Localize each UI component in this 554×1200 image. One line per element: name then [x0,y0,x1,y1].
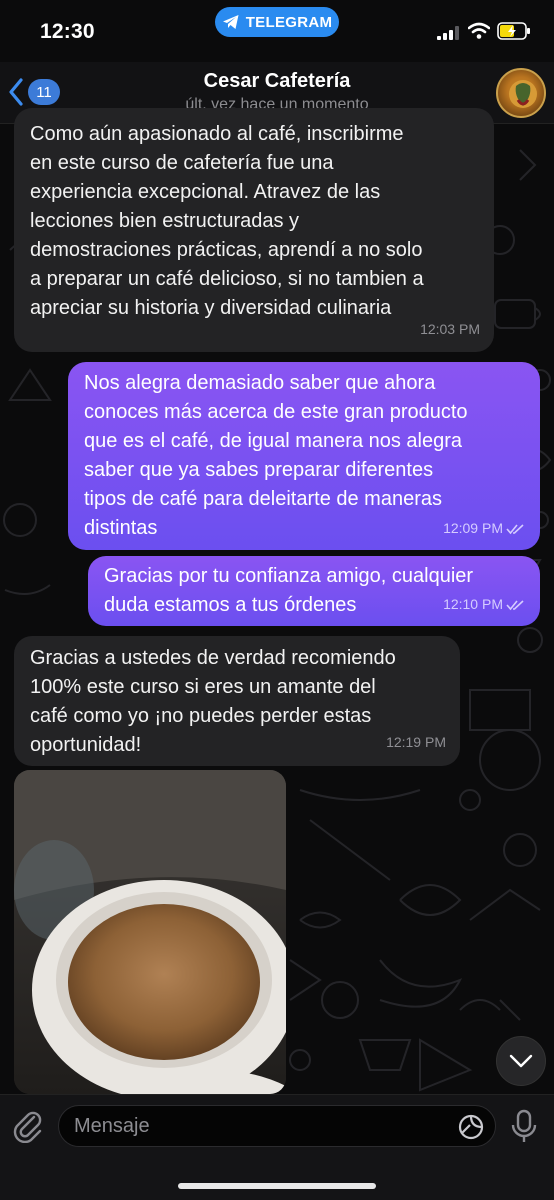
double-check-icon [506,523,524,534]
message-text-line: conoces más acerca de este gran producto [84,401,468,423]
message-input[interactable] [74,1106,454,1146]
message-time-text: 12:19 PM [386,734,446,750]
message-text-line: 100% este curso si eres un amante del [30,676,376,698]
chat-title[interactable]: Cesar Cafetería [0,70,554,93]
battery-icon [497,22,530,40]
message-text-line: apreciar su historia y diversidad culina… [30,297,392,319]
chevron-down-icon [509,1054,533,1068]
message-text-line: demostraciones prácticas, aprendí a no s… [30,239,423,261]
message-text-line: Como aún apasionado al café, inscribirme [30,123,404,145]
microphone-icon[interactable] [510,1109,538,1145]
message-time-text: 12:03 PM [420,321,480,337]
sticker-icon[interactable] [457,1113,485,1141]
photo-message-coffee-cup[interactable] [14,770,286,1094]
message-text-line: oportunidad! [30,734,142,756]
message-bubble-outgoing[interactable]: Nos alegra demasiado saber que ahora con… [68,362,540,550]
message-time-text: 12:10 PM [443,596,503,612]
message-time-text: 12:09 PM [443,520,503,536]
telegram-pill-label: TELEGRAM [245,13,333,31]
message-time: 12:09 PM [443,514,526,543]
scroll-to-bottom-button[interactable] [496,1036,546,1086]
message-text-line: en este curso de cafetería fue una [30,152,334,174]
message-text-line: saber que ya sabes preparar diferentes [84,459,434,481]
contact-avatar[interactable] [496,68,546,118]
status-bar: 12:30 TELEGRAM [0,0,554,62]
message-text-line: Nos alegra demasiado saber que ahora [84,372,436,394]
status-time: 12:30 [40,20,95,43]
cellular-signal-icon [437,26,459,40]
coffee-cup-image [14,770,286,1094]
message-bubble-incoming[interactable]: Como aún apasionado al café, inscribirme… [14,108,494,352]
message-text-line: a preparar un café delicioso, si no tamb… [30,268,424,290]
telegram-pill[interactable]: TELEGRAM [215,7,339,37]
home-indicator[interactable] [178,1183,376,1189]
attach-paperclip-icon[interactable] [12,1109,44,1143]
message-bubble-outgoing[interactable]: Gracias por tu confianza amigo, cualquie… [88,556,540,626]
wifi-icon [468,22,490,39]
message-time: 12:10 PM [443,590,526,619]
message-text-line: lecciones bien estructuradas y [30,210,300,232]
message-text-line: Gracias a ustedes de verdad recomiendo [30,647,396,669]
telegram-icon [222,15,239,29]
message-text-line: que es el café, de igual manera nos aleg… [84,430,463,452]
message-text-line: Gracias por tu confianza amigo, cualquie… [104,565,474,587]
message-bubble-incoming[interactable]: Gracias a ustedes de verdad recomiendo 1… [14,636,460,766]
message-text-line: experiencia excepcional. Atravez de las [30,181,381,203]
message-text-line: café como yo ¡no puedes perder estas [30,705,372,727]
message-input-field[interactable] [58,1105,496,1147]
message-time: 12:19 PM [386,728,446,757]
double-check-icon [506,599,524,610]
message-time: 12:03 PM [420,315,480,344]
message-text-line: tipos de café para deleitarte de maneras [84,488,442,510]
